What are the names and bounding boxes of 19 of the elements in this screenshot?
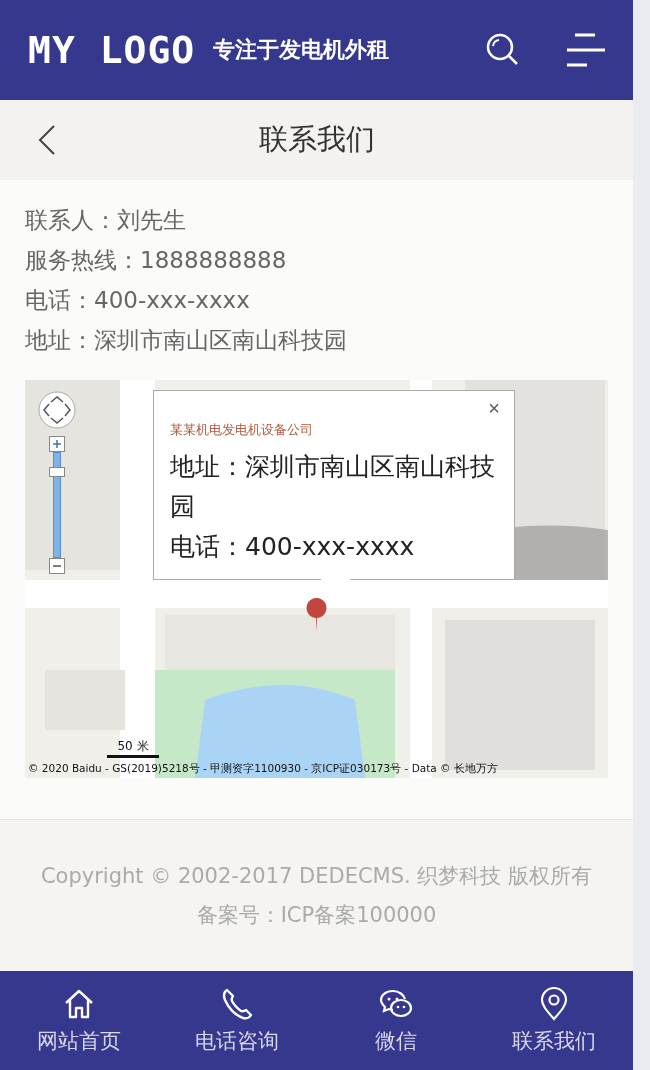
scale-bar: 50 米 <box>107 738 159 758</box>
contact-line: 联系人：刘先生 <box>25 206 187 235</box>
popup-text: 电话：400-xxx-xxxx <box>170 531 416 563</box>
contact-line: 地址：深圳市南山区南山科技园 <box>25 326 348 355</box>
nav-item[interactable]: 网站首页 <box>0 971 159 1070</box>
contact-line: 服务热线：1888888888 <box>25 246 288 275</box>
map-copyright: © 2020 Baidu - GS(2019)5218号 - 甲测资字1100930 - 京ICP证030173号 - Data © 长地万方 <box>28 762 498 776</box>
contact-line: 电话：400-xxx-xxxx <box>25 286 251 315</box>
close-button[interactable]: × <box>484 397 504 419</box>
copyright-text: Copyright © 2002-2017 DEDECMS. 织梦科技 版权所有 <box>40 862 593 890</box>
popup-title: 某某机电发电机设备公司 <box>170 421 314 439</box>
slogan: 专注于发电机外租 <box>213 36 390 64</box>
page-title: 联系我们 <box>258 121 375 158</box>
icp-text: 备案号：ICP备案100000 <box>196 901 437 929</box>
logo[interactable]: MY LOGO <box>28 28 196 72</box>
nav-item[interactable]: 微信 <box>316 971 475 1070</box>
popup-text: 地址：深圳市南山区南山科技园 <box>170 451 496 523</box>
nav-item[interactable]: 电话咨询 <box>158 971 317 1070</box>
nav-item[interactable]: 联系我们 <box>474 971 633 1070</box>
